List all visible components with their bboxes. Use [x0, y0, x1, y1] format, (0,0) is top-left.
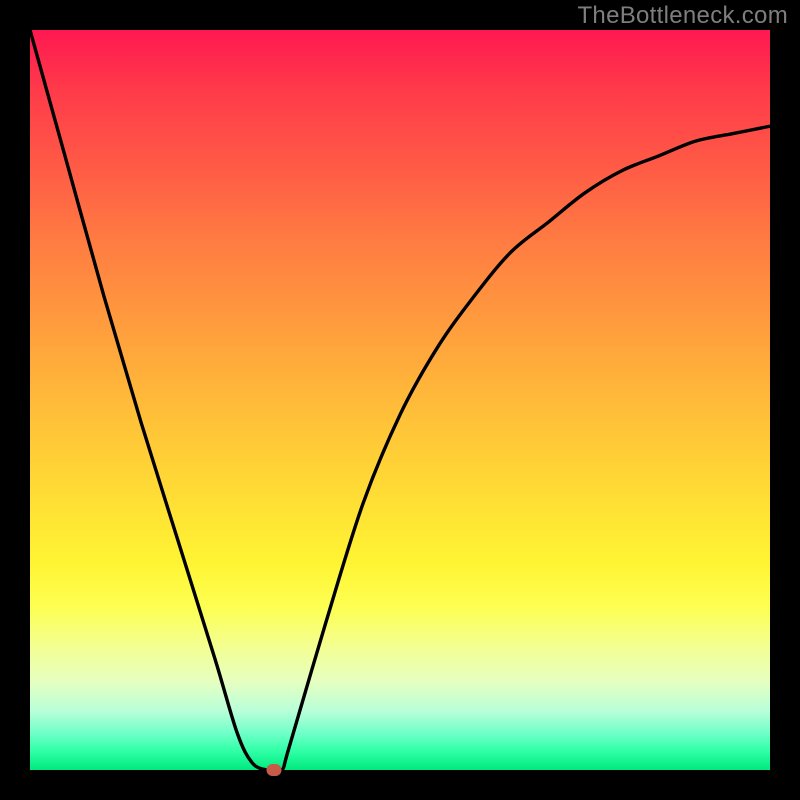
bottleneck-curve — [30, 30, 770, 770]
curve-svg — [30, 30, 770, 770]
chart-frame: TheBottleneck.com — [0, 0, 800, 800]
plot-area — [30, 30, 770, 770]
minimum-marker — [267, 764, 282, 776]
watermark-text: TheBottleneck.com — [577, 2, 788, 30]
